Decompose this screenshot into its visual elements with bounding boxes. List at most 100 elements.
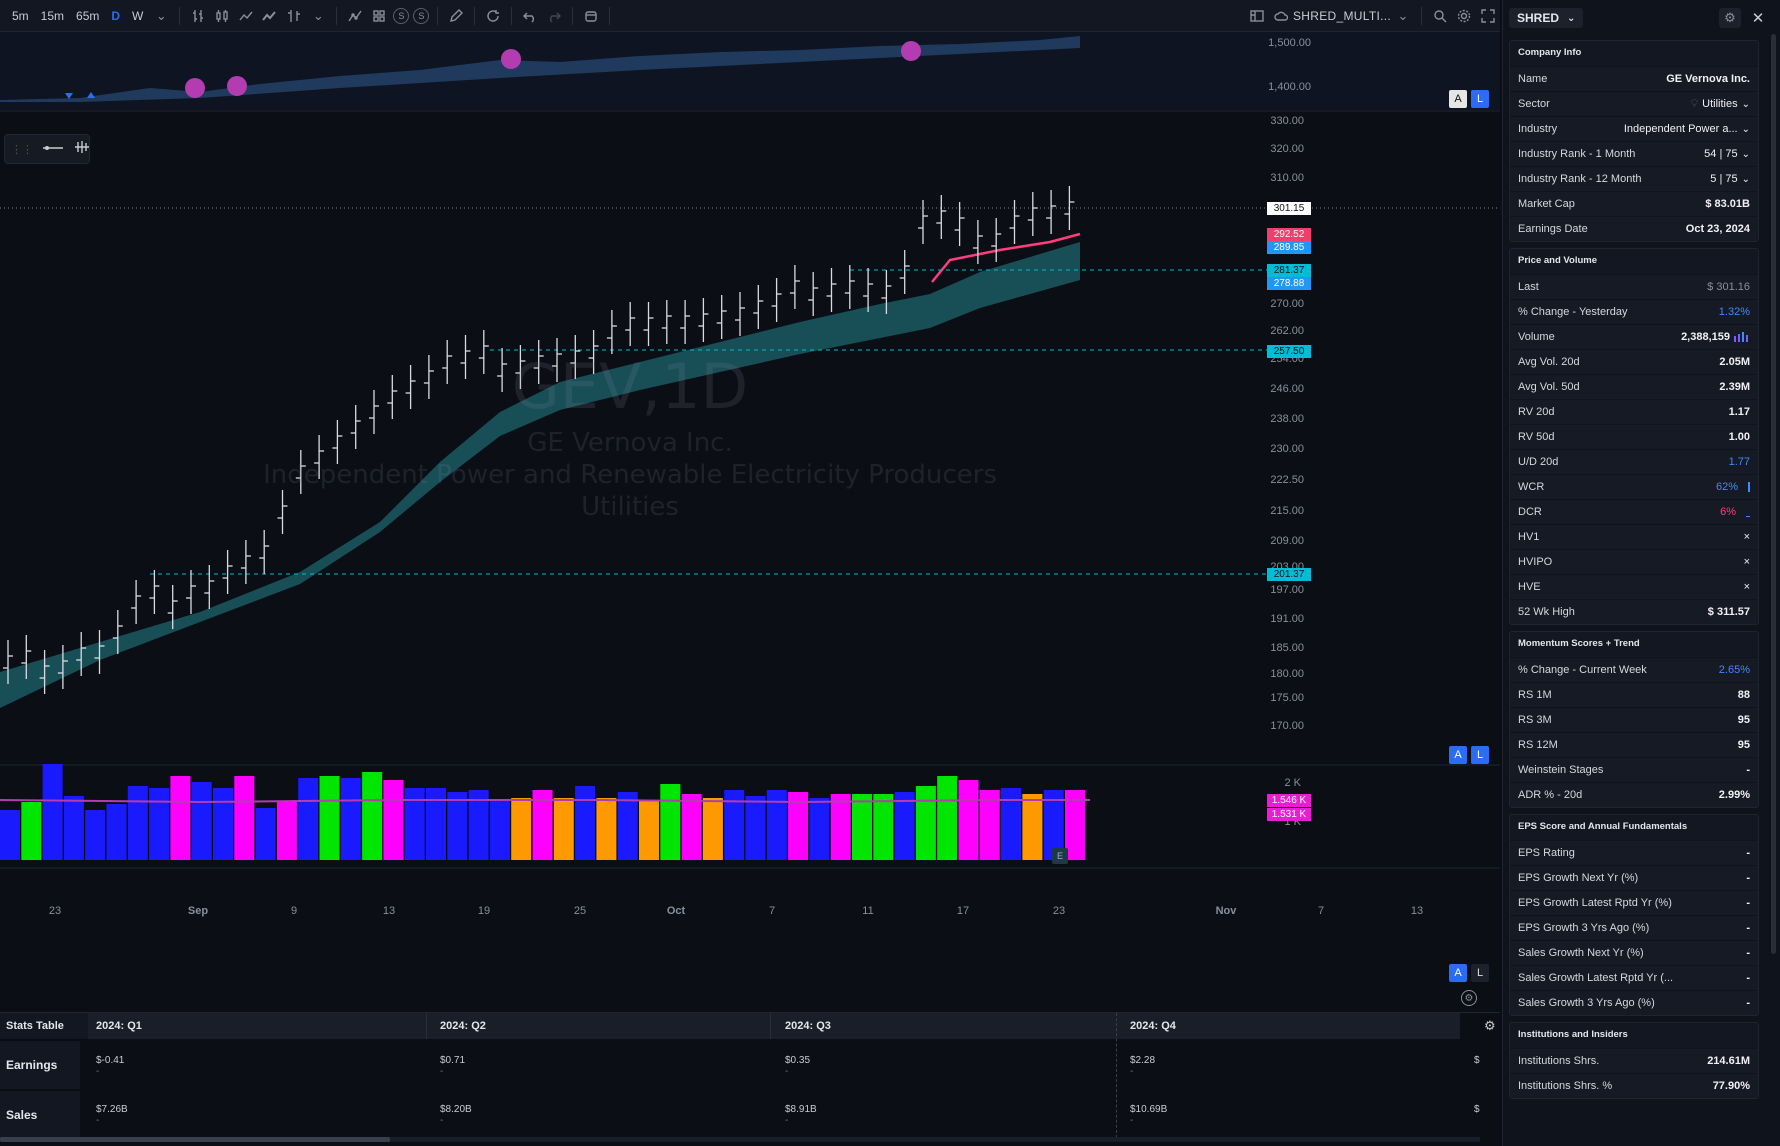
volume-bar <box>702 798 723 860</box>
rs-new-high-dot <box>227 76 247 96</box>
info-row: Last $ 301.16 <box>1510 274 1758 299</box>
price-axis-label: 222.50 <box>1270 474 1304 486</box>
chevron-down-icon[interactable]: ⌄ <box>1391 4 1415 28</box>
info-row-value-text: - <box>1746 847 1750 859</box>
time-axis-label: 19 <box>478 905 490 917</box>
settings-icon[interactable]: ⚙ <box>1461 990 1477 1006</box>
rs-axis-label: 1,400.00 <box>1268 81 1311 93</box>
log-scale-button[interactable]: L <box>1471 964 1489 982</box>
close-icon[interactable]: ✕ <box>1747 8 1769 28</box>
templates-icon[interactable] <box>367 4 391 28</box>
volume-bar <box>447 792 468 860</box>
section-price-volume: Price and Volume Last $ 301.16 % Change - Y… <box>1509 248 1759 625</box>
info-row-value: 1.17 <box>1729 406 1750 418</box>
info-row-value-text: × <box>1743 531 1750 543</box>
auto-scale-button[interactable]: A <box>1449 746 1467 764</box>
price-axis-label: 170.00 <box>1270 720 1304 732</box>
layout-grid-icon[interactable] <box>1245 4 1269 28</box>
scrollbar-thumb[interactable] <box>0 1137 390 1142</box>
info-row-label: Sector <box>1518 98 1550 110</box>
price-axis-label: 185.00 <box>1270 642 1304 654</box>
info-row: Sales Growth Latest Rptd Yr (... - <box>1510 965 1758 990</box>
bar-chart-icon[interactable] <box>186 4 210 28</box>
volume-bar <box>149 788 170 860</box>
interval-65m[interactable]: 65m <box>70 9 105 23</box>
interval-w[interactable]: W <box>126 9 149 23</box>
calendar-icon[interactable] <box>579 4 603 28</box>
gear-icon[interactable]: ⚙ <box>1719 8 1741 28</box>
panel-layout-select[interactable]: SHRED ⌄ <box>1509 8 1584 28</box>
volume-bar <box>255 808 276 860</box>
earnings-marker[interactable]: E <box>1052 848 1068 864</box>
chevron-down-icon[interactable]: ⌄ <box>1742 99 1750 110</box>
info-row-label: Weinstein Stages <box>1518 764 1604 776</box>
volume-bar <box>575 786 596 860</box>
interval-5m[interactable]: 5m <box>6 9 35 23</box>
price-axis-label: 330.00 <box>1270 115 1304 127</box>
info-row-label: DCR <box>1518 506 1542 518</box>
info-row: Earnings Date Oct 23, 2024 <box>1510 216 1758 241</box>
info-row-value-text: $ 311.57 <box>1707 606 1750 618</box>
indicators-icon[interactable] <box>343 4 367 28</box>
chevron-down-icon[interactable]: ⌄ <box>1742 174 1750 185</box>
divider <box>336 6 338 25</box>
chevron-down-icon[interactable]: ⌄ <box>1742 124 1750 135</box>
cloud-icon[interactable] <box>1269 4 1293 28</box>
horizontal-scrollbar[interactable] <box>0 1137 1480 1142</box>
layout-name[interactable]: SHRED_MULTI... <box>1293 9 1391 23</box>
info-row-label: HVIPO <box>1518 556 1553 568</box>
chevron-down-icon[interactable]: ⌄ <box>1742 149 1750 160</box>
info-row: Weinstein Stages - <box>1510 757 1758 782</box>
price-axis-label: 310.00 <box>1270 172 1304 184</box>
measure-icon[interactable] <box>73 139 91 160</box>
auto-scale-button[interactable]: A <box>1449 90 1467 108</box>
price-axis-label: 238.00 <box>1270 413 1304 425</box>
quarter-header: 2024: Q1 <box>96 1020 142 1032</box>
chevron-down-icon[interactable]: ⌄ <box>149 4 173 28</box>
earnings-value: $-0.41 <box>96 1055 125 1066</box>
divider <box>1116 1013 1117 1138</box>
pencil-icon[interactable] <box>444 4 468 28</box>
compare-symbol-button[interactable]: S <box>393 7 410 24</box>
price-tag: 301.15 <box>1267 202 1311 215</box>
chart-area[interactable]: 330.00 320.00 310.00 270.00 262.00 254.00 246.… <box>0 32 1500 1010</box>
redo-icon[interactable] <box>542 4 566 28</box>
chevron-down-icon[interactable]: ⌄ <box>306 4 330 28</box>
fullscreen-icon[interactable] <box>1476 4 1500 28</box>
log-scale-button[interactable]: L <box>1471 746 1489 764</box>
panel-scrollbar[interactable] <box>1771 34 1776 954</box>
divider <box>572 6 574 25</box>
info-row-value: 1.00 <box>1729 431 1750 443</box>
gear-icon[interactable]: ⚙ <box>1484 1018 1496 1034</box>
info-row-value: - <box>1746 847 1750 859</box>
log-scale-button[interactable]: L <box>1471 90 1489 108</box>
drag-handle-icon[interactable]: ⋮⋮ <box>11 143 33 156</box>
gear-icon[interactable] <box>1452 4 1476 28</box>
volume-bar <box>362 772 383 860</box>
divider <box>437 6 439 25</box>
info-row: % Change - Current Week 2.65% <box>1510 657 1758 682</box>
hlc-icon[interactable] <box>282 4 306 28</box>
time-axis-label: Sep <box>188 905 208 917</box>
interval-15m[interactable]: 15m <box>35 9 70 23</box>
info-row-value: $ 83.01B <box>1705 198 1750 210</box>
horizontal-line-icon[interactable] <box>43 140 63 158</box>
compare-symbol-button[interactable]: S <box>413 7 430 24</box>
volume-bar <box>1001 788 1022 860</box>
volume-bar <box>915 786 936 860</box>
volume-bar <box>958 780 979 860</box>
candles-icon[interactable] <box>210 4 234 28</box>
volume-bar <box>1022 794 1043 860</box>
area-chart-icon[interactable] <box>258 4 282 28</box>
info-row: Industry Independent Power a... ⌄ <box>1510 116 1758 141</box>
info-row: Avg Vol. 50d 2.39M <box>1510 374 1758 399</box>
alert-search-icon[interactable] <box>1428 4 1452 28</box>
volume-bar <box>553 798 574 860</box>
volume-bars-icon <box>1734 332 1748 342</box>
refresh-icon[interactable] <box>481 4 505 28</box>
auto-scale-button[interactable]: A <box>1449 964 1467 982</box>
undo-icon[interactable] <box>518 4 542 28</box>
interval-d[interactable]: D <box>105 9 126 23</box>
sales-value: $7.26B <box>96 1104 128 1115</box>
line-chart-icon[interactable] <box>234 4 258 28</box>
